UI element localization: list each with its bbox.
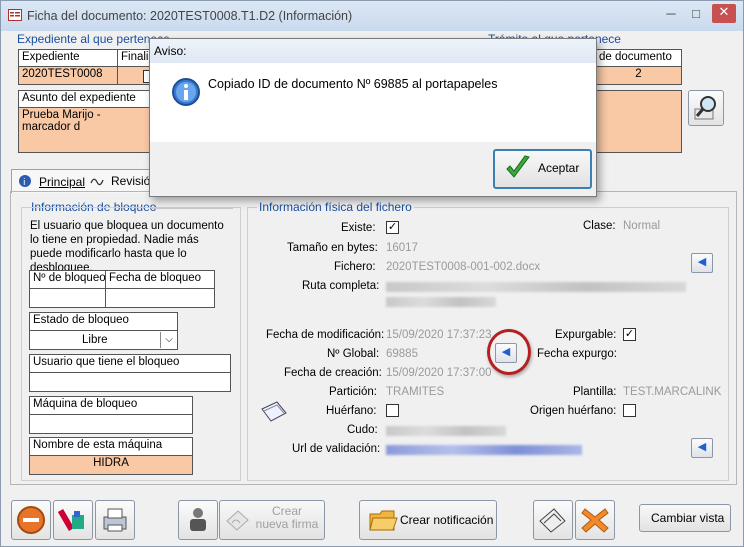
crear-firma-label: Crear nueva firma	[255, 504, 319, 531]
url-validacion-value-blurred[interactable]	[386, 445, 582, 455]
finalizado-column-header: Finaliza	[117, 49, 153, 67]
aceptar-button[interactable]: Aceptar	[493, 149, 592, 189]
plantilla-value: TEST.MARCALINK	[623, 386, 722, 398]
maximize-button[interactable]: □	[687, 6, 705, 22]
magnifier-icon	[694, 96, 716, 120]
fecha-modificacion-value: 15/09/2020 17:37:23	[386, 329, 492, 341]
tamano-value: 16017	[386, 242, 418, 254]
arrow-left-icon: ◀	[697, 441, 707, 453]
cudo-value-blurred	[386, 426, 506, 436]
close-button[interactable]: ✕	[712, 4, 736, 23]
ruta-label: Ruta completa:	[302, 280, 380, 292]
ruta-value-blurred-2	[386, 297, 496, 307]
tab-revision[interactable]: Revisió	[87, 171, 151, 191]
open-file-button[interactable]: ◀	[691, 253, 713, 273]
fichero-label: Fichero:	[334, 261, 376, 273]
numero-documento-value[interactable]: 2	[595, 66, 682, 85]
url-validacion-label: Url de validación:	[292, 443, 381, 455]
huerfano-label: Huérfano:	[326, 405, 377, 417]
tab-revision-label: Revisió	[111, 174, 151, 188]
tramite-asunto-box	[595, 90, 682, 153]
dialog-message: Copiado ID de documento Nº 69885 al port…	[208, 77, 498, 91]
tools-button[interactable]	[53, 500, 93, 540]
fecha-creacion-label: Fecha de creación:	[284, 367, 382, 379]
numero-global-label: Nº Global:	[327, 348, 380, 360]
cambiar-vista-button[interactable]: Cambiar vista	[639, 504, 731, 532]
aviso-dialog: Aviso: Copiado ID de documento Nº 69885 …	[149, 38, 597, 197]
orange-x-icon	[581, 508, 609, 533]
cambiar-vista-label: Cambiar vista	[651, 511, 725, 525]
folder-icon	[369, 510, 398, 531]
signature-pen-icon	[226, 510, 249, 531]
cudo-label: Cudo:	[347, 424, 378, 436]
window-title: Ficha del documento: 2020TEST0008.T1.D2 …	[27, 9, 353, 23]
signature-icon	[90, 178, 104, 186]
origen-huerfano-label: Origen huérfano:	[530, 405, 617, 417]
cancel-button[interactable]	[575, 500, 615, 540]
clase-value: Normal	[623, 220, 661, 232]
tab-principal-label: Principal	[39, 175, 86, 189]
user-button[interactable]	[178, 500, 218, 540]
particion-label: Partición:	[329, 386, 377, 398]
documents-icon	[539, 508, 566, 533]
checkmark-icon	[506, 155, 530, 178]
bloqueo-group	[21, 207, 241, 481]
fecha-modificacion-label: Fecha de modificación:	[266, 329, 385, 341]
numero-global-value: 69885	[386, 348, 418, 360]
svg-text:i: i	[23, 178, 26, 188]
printer-icon	[103, 508, 127, 532]
fecha-creacion-value: 15/09/2020 17:37:00	[386, 367, 492, 379]
fecha-expurgo-label: Fecha expurgo:	[537, 348, 617, 360]
exit-icon	[17, 506, 45, 534]
title-bar: Ficha del documento: 2020TEST0008.T1.D2 …	[1, 1, 743, 31]
huerfano-checkbox[interactable]	[386, 404, 399, 417]
document-stack-icon	[261, 401, 287, 422]
crear-firma-button[interactable]: Crear nueva firma	[219, 500, 325, 540]
crear-notificacion-button[interactable]: Crear notificación	[359, 500, 497, 540]
aceptar-label: Aceptar	[538, 161, 580, 175]
expurgable-checkbox[interactable]: ✓	[623, 328, 636, 341]
open-url-button[interactable]: ◀	[691, 438, 713, 458]
info-icon	[172, 78, 200, 106]
form-icon	[8, 9, 22, 21]
asunto-label: Asunto del expediente	[18, 90, 153, 108]
expediente-column-header: Expediente	[18, 49, 118, 67]
crear-notificacion-label: Crear notificación	[400, 513, 494, 527]
fichero-value: 2020TEST0008-001-002.docx	[386, 261, 541, 273]
documents-button[interactable]	[533, 500, 573, 540]
arrow-left-icon: ◀	[697, 256, 707, 268]
fisica-section-label: Información física del fichero	[257, 200, 414, 214]
dialog-body: Copiado ID de documento Nº 69885 al port…	[150, 63, 596, 142]
dialog-title-bar: Aviso:	[150, 39, 596, 63]
expediente-section-label: Expediente al que pertenece	[17, 32, 170, 46]
asunto-value[interactable]: Prueba Marijo - marcador d	[18, 107, 153, 153]
minimize-button[interactable]: ─	[662, 6, 680, 22]
expurgable-label: Expurgable:	[555, 329, 617, 341]
origen-huerfano-checkbox[interactable]	[623, 404, 636, 417]
search-expediente-button[interactable]	[688, 90, 724, 126]
plantilla-label: Plantilla:	[573, 386, 617, 398]
palette-icon	[57, 508, 84, 532]
person-icon	[190, 508, 206, 531]
highlight-circle	[487, 329, 531, 375]
tamano-label: Tamaño en bytes:	[287, 242, 378, 254]
existe-checkbox[interactable]: ✓	[386, 221, 399, 234]
exit-button[interactable]	[11, 500, 51, 540]
existe-label: Existe:	[341, 222, 376, 234]
info-globe-icon: i	[19, 175, 31, 188]
clase-label: Clase:	[583, 220, 616, 232]
print-button[interactable]	[95, 500, 135, 540]
numero-documento-header: de documento	[595, 49, 682, 67]
particion-value: TRAMITES	[386, 386, 445, 398]
expediente-value[interactable]: 2020TEST0008	[18, 66, 118, 85]
finalizado-cell	[117, 66, 153, 85]
ruta-value-blurred	[386, 282, 686, 292]
dialog-title: Aviso:	[154, 44, 187, 58]
